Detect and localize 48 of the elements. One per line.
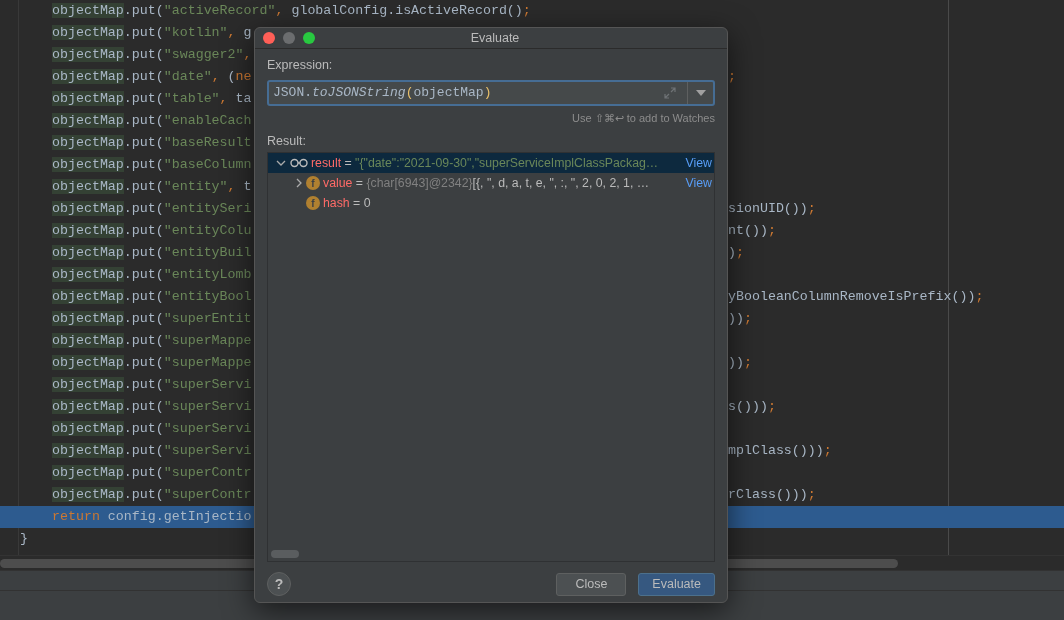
window-title: Evaluate: [470, 29, 520, 47]
code-line: return config.getInjectio: [52, 508, 253, 526]
tree-value: result = "{"date":"2021-09-30","superServiceImplClassPackag…: [311, 154, 659, 172]
code-line: ));: [728, 354, 753, 372]
code-line: ;: [728, 68, 737, 86]
tree-value: hash = 0: [323, 194, 371, 212]
code-line: mplClass()));: [728, 442, 833, 460]
code-line: objectMap.put("date", (ne: [52, 68, 253, 86]
code-line: objectMap.put("entitySeri: [52, 200, 253, 218]
view-link[interactable]: View: [682, 153, 712, 173]
code-line: objectMap.put("superServi: [52, 442, 253, 460]
minimize-icon[interactable]: [283, 32, 295, 44]
scrollbar[interactable]: [271, 550, 299, 558]
evaluate-button[interactable]: Evaluate: [638, 572, 715, 596]
view-link[interactable]: View: [682, 173, 712, 193]
code-line: objectMap.put("entityBool: [52, 288, 253, 306]
code-line: s()));: [728, 398, 777, 416]
field-label: Result:: [267, 133, 307, 151]
code-line: objectMap.put("entityBuil: [52, 244, 253, 262]
code-line: objectMap.put("superServi: [52, 398, 253, 416]
help-button[interactable]: ?: [267, 572, 291, 596]
expand-icon[interactable]: [663, 85, 677, 100]
hint-text: Use ⇧⌘↩ to add to Watches: [571, 110, 715, 126]
code-line: rClass()));: [728, 486, 817, 504]
code-line: );: [728, 244, 745, 262]
code-line: nt());: [728, 222, 777, 240]
code-line: objectMap.put("superEntit: [52, 310, 253, 328]
close-button[interactable]: Close: [556, 572, 627, 596]
code-line: ));: [728, 310, 753, 328]
tree-row[interactable]: f hash = 0: [268, 193, 714, 213]
expression-field[interactable]: JSON.toJSONString(objectMap): [267, 79, 715, 106]
glasses-icon: [290, 158, 308, 168]
tree-row[interactable]: result = "{"date":"2021-09-30","superServiceImplClassPackag… View: [268, 153, 714, 173]
field-icon: f: [306, 196, 320, 210]
field-label: Expression:: [267, 57, 334, 74]
field-icon: f: [306, 176, 320, 190]
code-line: objectMap.put("superMappe: [52, 354, 253, 372]
code-line: objectMap.put("activeRecord", globalConfig.isActiveRecord();: [52, 2, 532, 20]
caret-icon: [695, 89, 706, 96]
zoom-icon[interactable]: [303, 32, 315, 44]
close-icon[interactable]: [263, 32, 275, 44]
code-line: }: [20, 530, 29, 548]
tree-row[interactable]: f value = {char[6943]@2342}[{, ", d, a, t, e, ", :, ", 2, 0, 2, 1, … View: [268, 173, 714, 193]
tree-value: value = {char[6943]@2342}[{, ", d, a, t, e, ", :, ", 2, 0, 2, 1, …: [323, 174, 650, 192]
code-line: objectMap.put("superContr: [52, 486, 253, 504]
code-line: objectMap.put("entityColu: [52, 222, 253, 240]
code-line: yBooleanColumnRemoveIsPrefix());: [728, 288, 985, 306]
code-line: sionUID());: [728, 200, 817, 218]
